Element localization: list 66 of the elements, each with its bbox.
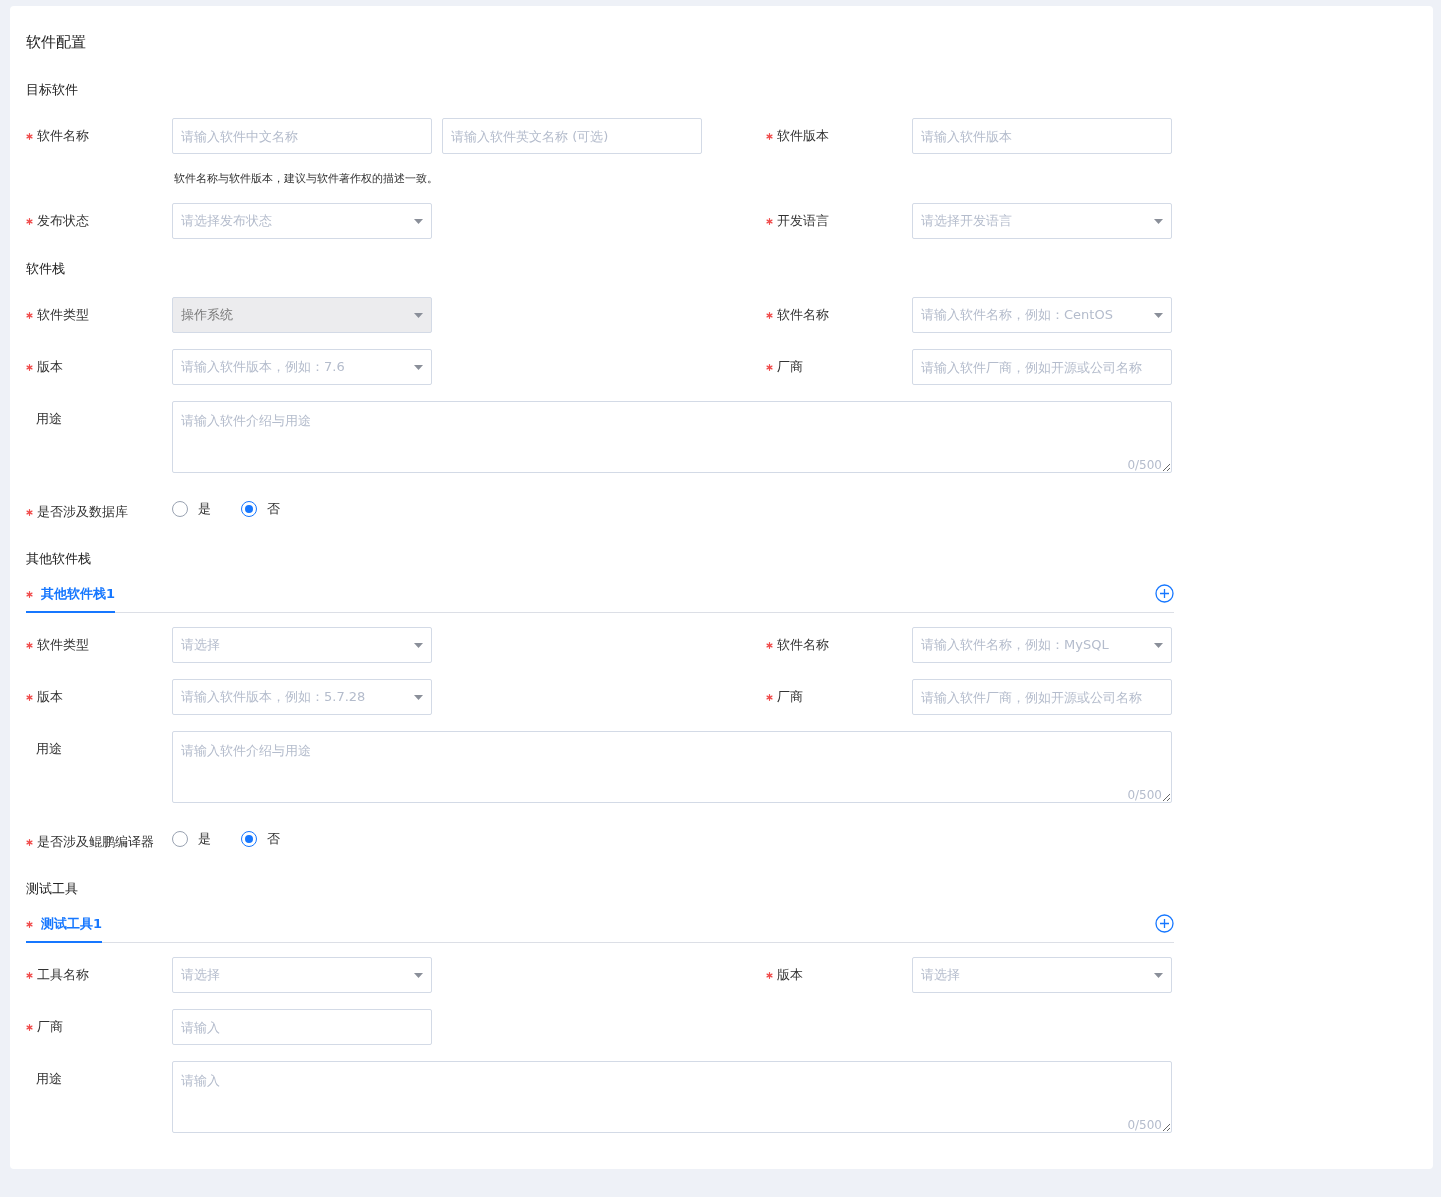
field-label: 用途 [36, 410, 62, 428]
field-label: 软件名称 [777, 636, 829, 654]
select-field[interactable]: 请选择 [172, 627, 432, 663]
caret-icon [414, 642, 423, 648]
caret-icon [1154, 218, 1163, 224]
input-field[interactable]: 请输入软件厂商，例如开源或公司名称 [912, 679, 1172, 715]
section-heading: 目标软件 [26, 82, 79, 98]
select-field[interactable]: 请选择 [172, 957, 432, 993]
field-label: 软件类型 [37, 636, 89, 654]
character-counter: 0/500 [1127, 458, 1162, 472]
select-field[interactable]: 请输入软件名称，例如：MySQL [912, 627, 1172, 663]
select-field[interactable]: 请输入软件版本，例如：5.7.28 [172, 679, 432, 715]
field-label: 软件名称 [777, 306, 829, 324]
select-field[interactable]: 请输入软件版本，例如：7.6 [172, 349, 432, 385]
radio-label: 是 [198, 500, 211, 518]
caret-icon [1154, 972, 1163, 978]
tab[interactable]: 其他软件栈1 [26, 581, 116, 613]
caret-icon [1154, 312, 1163, 318]
input-field[interactable]: 请输入软件版本 [912, 118, 1172, 154]
input-field[interactable]: 请输入 [172, 1009, 432, 1045]
radio-label: 是 [198, 830, 211, 848]
input-field[interactable]: 请输入软件厂商，例如开源或公司名称 [912, 349, 1172, 385]
character-counter: 0/500 [1127, 788, 1162, 802]
character-counter: 0/500 [1127, 1118, 1162, 1132]
field-label: 软件版本 [777, 127, 829, 145]
select-field[interactable]: 请输入软件名称，例如：CentOS [912, 297, 1172, 333]
page-title: 软件配置 [26, 34, 87, 50]
field-label: 用途 [36, 1070, 62, 1088]
section-heading: 其他软件栈 [26, 551, 92, 567]
select-field[interactable]: 请选择发布状态 [172, 203, 432, 239]
section-heading: 软件栈 [26, 261, 66, 277]
add-icon[interactable] [1155, 584, 1174, 603]
field-label: 软件类型 [37, 306, 89, 324]
field-label: 版本 [37, 358, 63, 376]
field-label: 厂商 [777, 688, 803, 706]
hint-text: 软件名称与软件版本，建议与软件著作权的描述一致。 [173, 171, 439, 187]
add-icon[interactable] [1155, 914, 1174, 933]
field-label: 厂商 [37, 1018, 63, 1036]
tab[interactable]: 测试工具1 [26, 911, 103, 943]
field-label: 软件名称 [37, 127, 89, 145]
caret-icon [1154, 642, 1163, 648]
input-field[interactable]: 请输入软件英文名称 (可选) [442, 118, 702, 154]
select-field[interactable]: 请选择 [912, 957, 1172, 993]
radio-label: 否 [267, 830, 280, 848]
field-label: 是否涉及数据库 [37, 503, 128, 521]
caret-icon [414, 218, 423, 224]
caret-icon [414, 972, 423, 978]
input-field[interactable]: 请输入软件中文名称 [172, 118, 432, 154]
field-label: 版本 [777, 966, 803, 984]
radio-button[interactable] [172, 501, 188, 517]
field-label: 用途 [36, 740, 62, 758]
field-label: 开发语言 [777, 212, 829, 230]
field-label: 发布状态 [37, 212, 89, 230]
radio-button[interactable] [241, 501, 257, 517]
caret-icon [414, 694, 423, 700]
field-label: 是否涉及鲲鹏编译器 [37, 833, 154, 851]
radio-button[interactable] [172, 831, 188, 847]
radio-button[interactable] [241, 831, 257, 847]
select-field[interactable]: 请选择开发语言 [912, 203, 1172, 239]
radio-label: 否 [267, 500, 280, 518]
field-label: 版本 [37, 688, 63, 706]
caret-icon [414, 364, 423, 370]
caret-icon [414, 312, 423, 318]
field-label: 工具名称 [37, 966, 89, 984]
section-heading: 测试工具 [26, 881, 79, 897]
field-label: 厂商 [777, 358, 803, 376]
